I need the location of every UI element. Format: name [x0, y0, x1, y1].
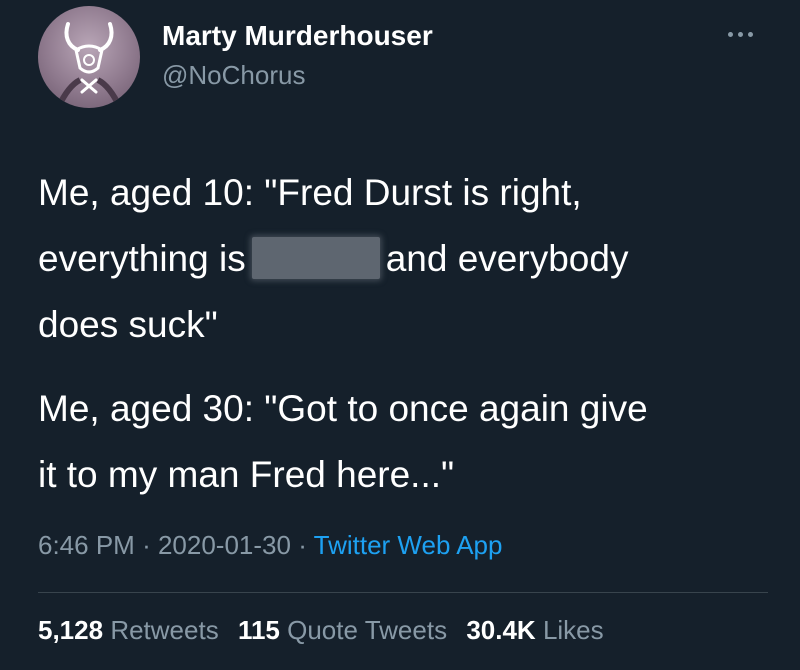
meta-separator: · [298, 530, 307, 560]
quote-tweets-count: 115 [237, 615, 280, 645]
tweet-stats: 5,128 Retweets 115 Quote Tweets 30.4K Li… [38, 615, 616, 646]
tweet-line-segment: and everybody [385, 238, 629, 279]
meta-separator: · [142, 530, 151, 560]
quote-tweets-label: Quote Tweets [287, 615, 448, 645]
tweet-line: it to my man Fred here..." [38, 454, 455, 495]
retweets-label: Retweets [110, 615, 219, 645]
tweet-metadata: 6:46 PM · 2020-01-30 · Twitter Web App [38, 530, 502, 561]
tweet-card: Marty Murderhouser @NoChorus Me, aged 10… [0, 0, 800, 670]
source-app-link[interactable]: Twitter Web App [314, 530, 503, 560]
author-display-name[interactable]: Marty Murderhouser [162, 20, 433, 52]
more-options-icon[interactable] [722, 22, 762, 46]
redacted-word [251, 237, 380, 279]
divider [38, 592, 768, 593]
tweet-time[interactable]: 6:46 PM [38, 530, 135, 560]
quote-tweets-stat[interactable]: 115 Quote Tweets [238, 615, 447, 646]
tweet-line: Me, aged 30: "Got to once again give [38, 388, 648, 429]
tweet-line: everything is and everybody [38, 226, 778, 292]
tweet-paragraph-1: Me, aged 10: "Fred Durst is right, every… [38, 160, 778, 358]
tweet-paragraph-2: Me, aged 30: "Got to once again give it … [38, 376, 778, 508]
likes-count: 30.4K [466, 615, 536, 645]
horned-skull-icon [55, 22, 123, 108]
retweets-stat[interactable]: 5,128 Retweets [38, 615, 219, 646]
tweet-text: Me, aged 10: "Fred Durst is right, every… [38, 160, 778, 526]
tweet-line: does suck" [38, 304, 218, 345]
retweets-count: 5,128 [38, 615, 104, 645]
tweet-date[interactable]: 2020-01-30 [158, 530, 291, 560]
avatar[interactable] [38, 6, 140, 108]
tweet-line-segment: everything is [38, 238, 246, 279]
tweet-line: Me, aged 10: "Fred Durst is right, [38, 172, 582, 213]
likes-stat[interactable]: 30.4K Likes [466, 615, 603, 646]
author-handle[interactable]: @NoChorus [162, 60, 305, 91]
likes-label: Likes [542, 615, 604, 645]
